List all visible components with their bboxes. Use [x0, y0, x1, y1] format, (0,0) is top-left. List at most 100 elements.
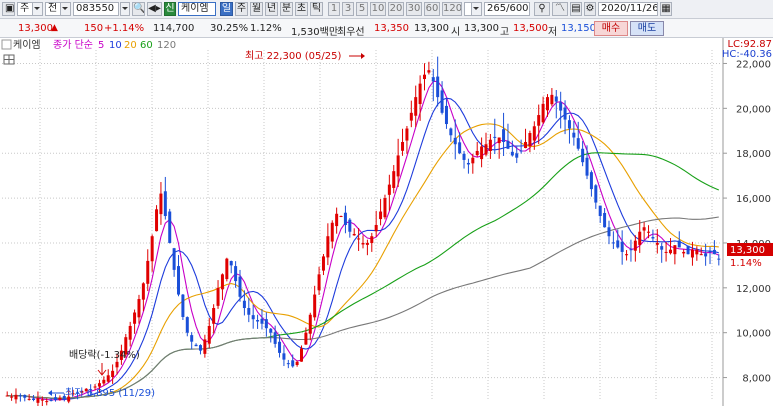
period-day-button[interactable]: 일 [220, 2, 233, 16]
candle-body [106, 375, 110, 382]
search-icon[interactable]: 🔍 [132, 2, 145, 16]
candle-body [449, 128, 453, 136]
change-percent: +1.14% [104, 23, 145, 34]
minute-30-button[interactable]: 30 [406, 2, 422, 16]
candle-body [313, 294, 317, 318]
period-minute-button[interactable]: 분 [280, 2, 293, 16]
candle-body [36, 398, 40, 403]
speaker-icon[interactable]: ◀▸ [147, 2, 162, 16]
minute-20-button[interactable]: 20 [388, 2, 404, 16]
sell-button[interactable]: 매도 [630, 21, 664, 36]
candle-body [699, 254, 703, 256]
minute-5-button[interactable]: 5 [356, 2, 368, 16]
candle-body [256, 320, 260, 322]
best-ask: 13,300 [414, 23, 449, 34]
candle-body [203, 339, 207, 354]
candle-body [506, 140, 510, 149]
market-select[interactable]: 전 [45, 2, 71, 16]
candle-body [27, 398, 31, 400]
candle-body [418, 83, 422, 105]
candle-body [471, 157, 475, 164]
candle-body [282, 353, 286, 360]
candle-body [563, 107, 567, 120]
candle-body [409, 112, 413, 121]
best-bid: 13,350 [374, 23, 409, 34]
code-input[interactable]: 083550 [73, 2, 119, 16]
candle-body [422, 74, 426, 80]
candle-body [181, 294, 185, 317]
legend-ma120: 120 [157, 40, 176, 51]
candle-body [594, 185, 598, 203]
candle-body [291, 360, 295, 367]
candle-body [598, 205, 602, 217]
hc-value: HC:-40.36 [722, 49, 772, 60]
candle-body [396, 155, 400, 177]
save-icon[interactable]: ▤ [570, 2, 582, 16]
low-price: 13,150 [561, 23, 596, 34]
period-year-button[interactable]: 년 [265, 2, 278, 16]
candle-body [260, 318, 264, 324]
calendar-icon[interactable]: ▦ [660, 2, 672, 16]
candle-body [458, 142, 462, 154]
candle-body [146, 260, 150, 284]
candle-body [343, 212, 347, 225]
candle-body [49, 400, 53, 402]
candle-body [620, 241, 624, 252]
chart-type-icon[interactable]: ⚲ [534, 2, 550, 16]
candle-body [611, 242, 615, 244]
candle-body [137, 299, 141, 318]
settings-gear-icon[interactable]: ⚙ [584, 2, 596, 16]
candle-body [625, 254, 629, 256]
candle-body [225, 258, 229, 280]
candle-body [278, 341, 282, 353]
candle-body [493, 136, 497, 138]
view-mode-select[interactable]: 주 [17, 2, 43, 16]
minute-1-button[interactable]: 1 [328, 2, 340, 16]
candle-body [155, 209, 159, 232]
toolbar: ▣ 주 전 083550 🔍 ◀▸ 신 케이엠 일 주 월 년 분 초 틱 1 … [0, 0, 773, 19]
legend-ma5: 5 [98, 40, 104, 51]
candle-body [466, 162, 470, 165]
minute-10-button[interactable]: 10 [370, 2, 386, 16]
candle-body [633, 240, 637, 251]
candle-body [128, 325, 132, 340]
candle-body [708, 251, 712, 253]
candle-body [387, 184, 391, 195]
layout-icon[interactable]: ▣ [2, 2, 15, 16]
y-tick-label: 22,000 [736, 59, 771, 70]
minute-60-button[interactable]: 60 [424, 2, 440, 16]
buy-button[interactable]: 매수 [594, 21, 628, 36]
candle-body [537, 115, 541, 126]
period-month-button[interactable]: 월 [250, 2, 263, 16]
candle-body [427, 70, 431, 73]
candle-body [712, 249, 716, 255]
price-chart[interactable]: 8,00010,00012,00014,00016,00018,00020,00… [0, 38, 773, 409]
period-second-button[interactable]: 초 [295, 2, 308, 16]
candle-body [352, 233, 356, 236]
candle-body [541, 103, 545, 123]
minute-3-button[interactable]: 3 [342, 2, 354, 16]
candle-body [572, 132, 576, 138]
candle-body [677, 240, 681, 248]
candle-body [581, 148, 585, 163]
date-input[interactable]: 2020/11/26 [598, 2, 658, 16]
candle-body [111, 370, 115, 377]
price-change: 150 [84, 23, 104, 34]
legend-box-icon[interactable] [1, 39, 12, 50]
period-week-button[interactable]: 주 [235, 2, 248, 16]
candle-body [603, 212, 607, 228]
candle-body [172, 248, 176, 270]
candle-body [45, 401, 49, 403]
period-tick-button[interactable]: 틱 [310, 2, 323, 16]
count-field[interactable]: 265/600 [484, 2, 530, 16]
minute-custom-select[interactable] [464, 2, 482, 16]
candle-body [115, 361, 119, 368]
candle-body [497, 137, 501, 144]
code-dropdown-icon[interactable] [120, 2, 130, 16]
candle-body [14, 394, 18, 400]
candle-body [642, 227, 646, 231]
draw-tool-icon[interactable]: 〽 [552, 2, 568, 16]
minute-120-button[interactable]: 120 [442, 2, 462, 16]
candle-body [339, 216, 343, 218]
stock-name-field[interactable]: 케이엠 [178, 2, 216, 16]
